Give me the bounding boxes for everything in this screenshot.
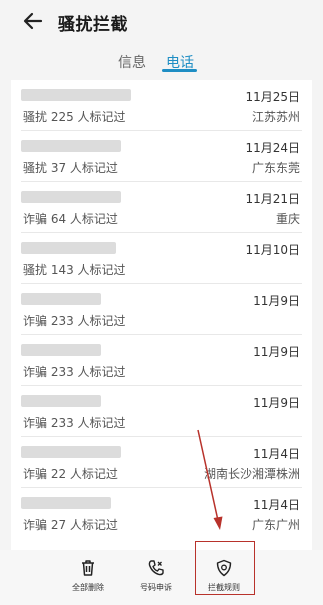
phone-number-blurred (21, 242, 116, 254)
call-tag-label: 骚扰 37 人标记过 (23, 161, 118, 175)
annotation-highlight-box (195, 541, 255, 595)
call-date: 11月9日 (253, 294, 300, 308)
call-date: 11月4日 (253, 498, 300, 512)
tab-bar: 信息 电话 (0, 44, 323, 78)
phone-number-blurred (21, 89, 131, 101)
blocked-call-list: 骚扰 225 人标记过 11月25日 江苏苏州 骚扰 37 人标记过 11月24… (11, 80, 312, 550)
call-location: 广东东莞 (251, 161, 300, 175)
call-date: 11月10日 (245, 243, 300, 257)
call-tag-label: 诈骗 233 人标记过 (23, 314, 126, 328)
call-date: 11月25日 (245, 90, 300, 104)
call-tag-label: 诈骗 233 人标记过 (23, 416, 126, 430)
phone-number-blurred (21, 344, 101, 356)
phone-appeal-icon (148, 560, 164, 576)
list-item[interactable]: 诈骗 27 人标记过 11月4日 广东广州 (11, 488, 312, 539)
phone-number-blurred (21, 140, 121, 152)
call-location: 重庆 (275, 212, 300, 226)
list-item[interactable]: 骚扰 225 人标记过 11月25日 江苏苏州 (11, 80, 312, 131)
call-date: 11月9日 (253, 396, 300, 410)
call-date: 11月24日 (245, 141, 300, 155)
phone-number-blurred (21, 446, 121, 458)
back-button[interactable] (20, 9, 46, 33)
number-appeal-button[interactable]: 号码申诉 (121, 550, 191, 605)
list-item[interactable]: 诈骗 233 人标记过 11月9日 (11, 284, 312, 335)
call-date: 11月21日 (245, 192, 300, 206)
top-bar: 骚扰拦截 (0, 0, 323, 44)
delete-all-label: 全部删除 (72, 583, 104, 592)
call-tag-label: 诈骗 233 人标记过 (23, 365, 126, 379)
call-tag-label: 骚扰 143 人标记过 (23, 263, 126, 277)
list-item[interactable]: 诈骗 233 人标记过 11月9日 (11, 386, 312, 437)
call-tag-label: 诈骗 22 人标记过 (23, 467, 118, 481)
call-location: 广东广州 (251, 518, 300, 532)
list-item[interactable]: 骚扰 143 人标记过 11月10日 (11, 233, 312, 284)
phone-number-blurred (21, 497, 111, 509)
page-title: 骚扰拦截 (58, 15, 128, 35)
delete-all-button[interactable]: 全部删除 (53, 550, 123, 605)
phone-number-blurred (21, 191, 121, 203)
tab-active-indicator (162, 69, 197, 72)
phone-number-blurred (21, 395, 101, 407)
call-tag-label: 骚扰 225 人标记过 (23, 110, 126, 124)
list-item[interactable]: 诈骗 22 人标记过 11月4日 湖南长沙湘潭株洲 (11, 437, 312, 488)
arrow-left-icon (23, 12, 43, 30)
call-date: 11月9日 (253, 345, 300, 359)
call-tag-label: 诈骗 27 人标记过 (23, 518, 118, 532)
call-tag-label: 诈骗 64 人标记过 (23, 212, 118, 226)
list-item[interactable]: 诈骗 233 人标记过 11月9日 (11, 335, 312, 386)
tab-messages[interactable]: 信息 (118, 52, 146, 72)
list-item[interactable]: 骚扰 37 人标记过 11月24日 广东东莞 (11, 131, 312, 182)
list-item[interactable]: 诈骗 64 人标记过 11月21日 重庆 (11, 182, 312, 233)
call-location: 江苏苏州 (251, 110, 300, 124)
call-date: 11月4日 (253, 447, 300, 461)
number-appeal-label: 号码申诉 (140, 583, 172, 592)
bottom-action-bar: 全部删除 号码申诉 拦截规则 (0, 550, 323, 605)
phone-number-blurred (21, 293, 101, 305)
trash-icon (82, 560, 94, 576)
call-location: 湖南长沙湘潭株洲 (203, 467, 300, 481)
